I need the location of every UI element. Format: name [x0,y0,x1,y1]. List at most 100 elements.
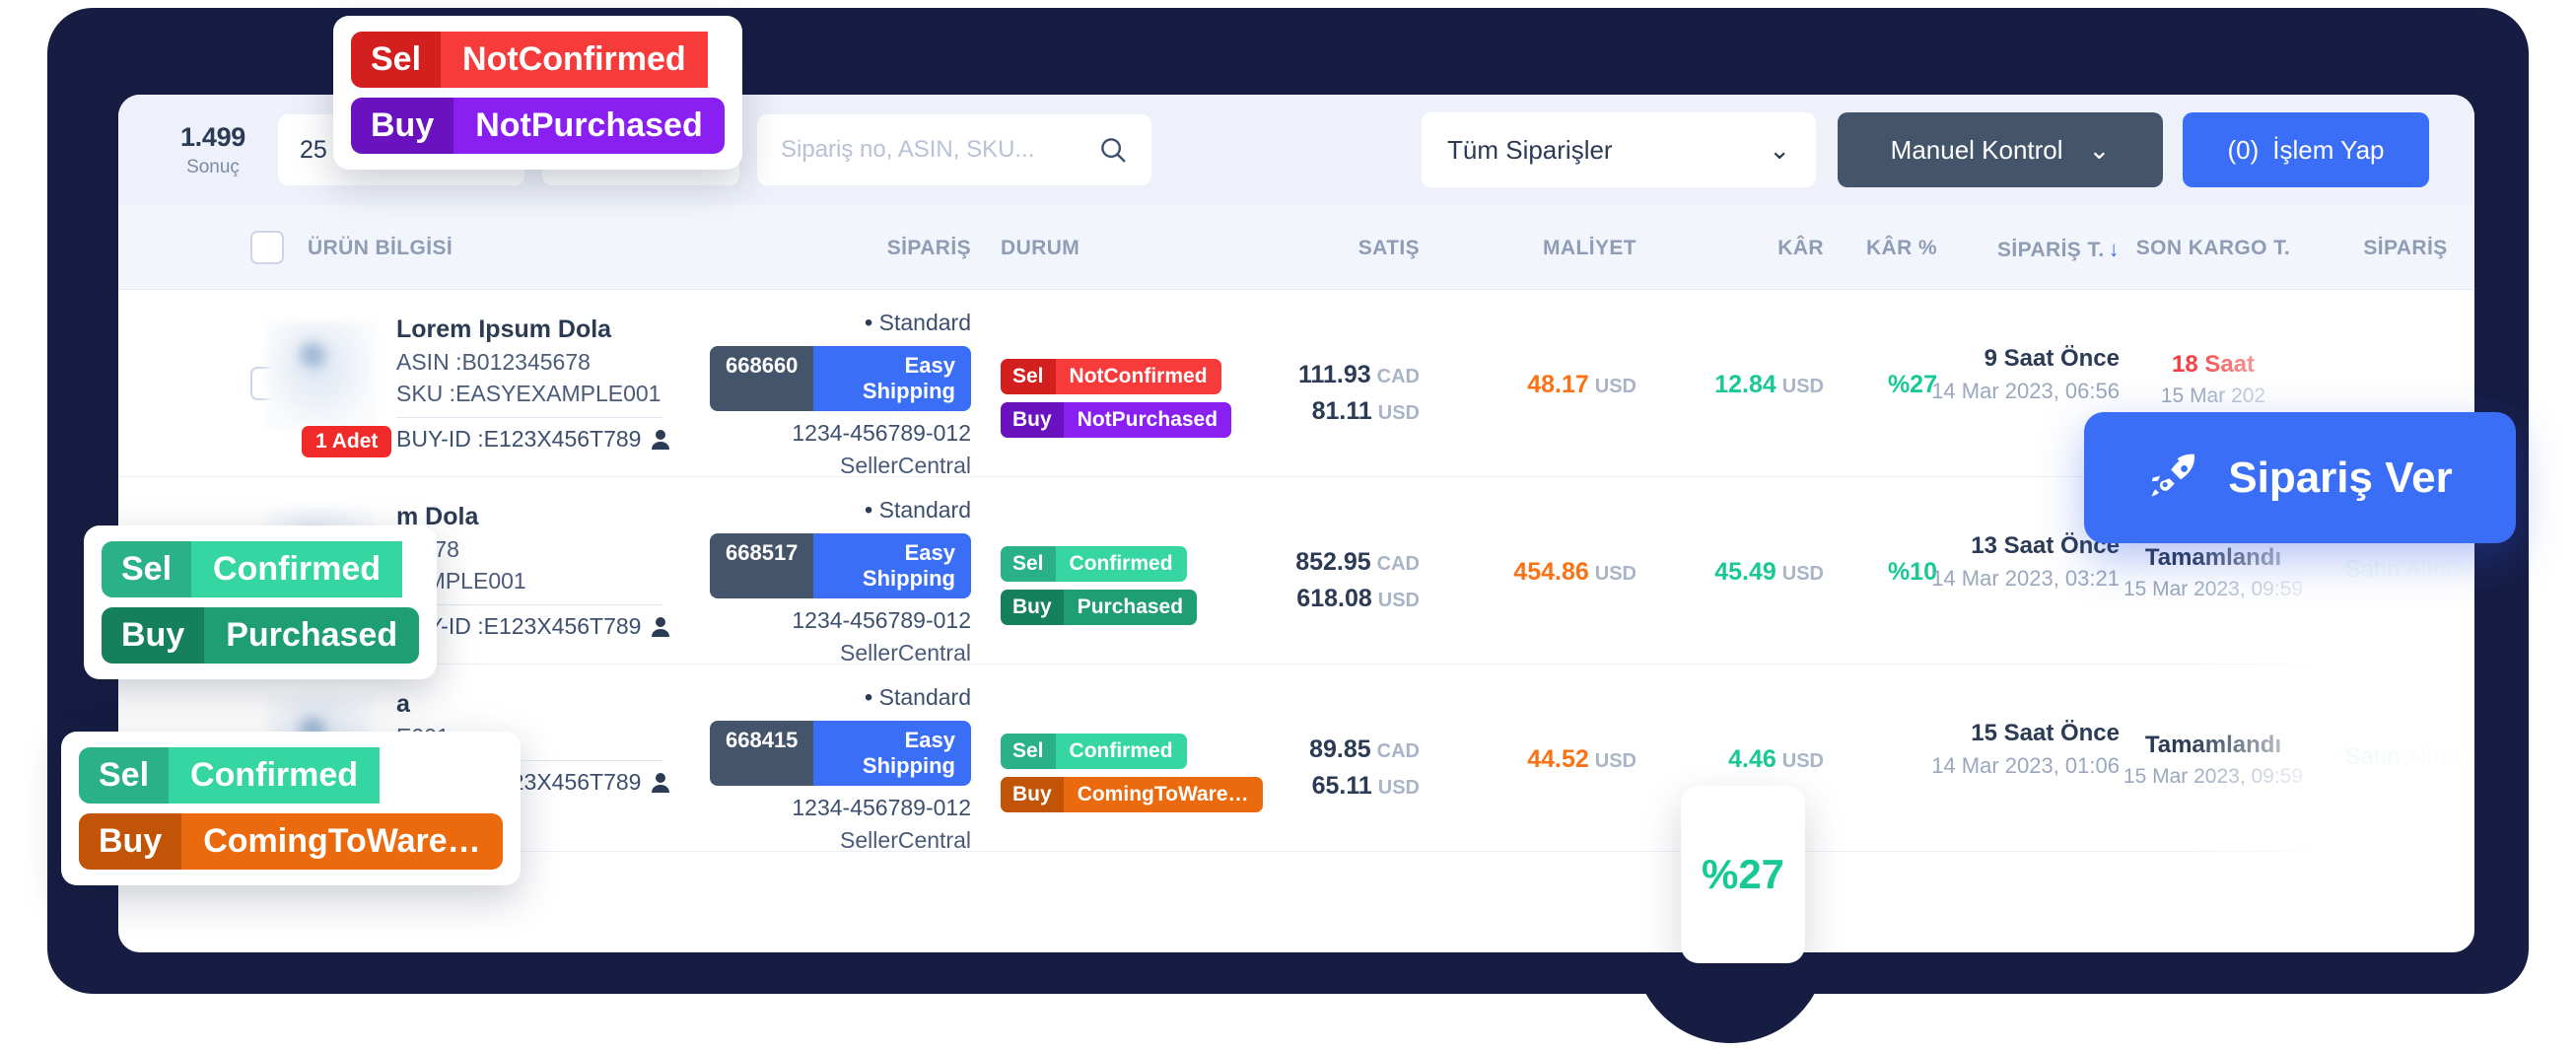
col-header-profit-pct[interactable]: KÂR % [1809,237,1937,260]
product-title: a [396,690,410,718]
col-header-status[interactable]: DURUM [1001,237,1257,260]
profit-unit: USD [1781,750,1824,772]
status-cell: Sel Confirmed Buy Purchased [1001,546,1257,633]
sales-cell: 852.95 CAD 618.08 USD [1222,548,1420,613]
callout-profit-pct: %27 [1681,786,1805,963]
sales-primary: 89.85 CAD [1222,735,1420,764]
cost-value: 48.17 [1527,371,1589,398]
last-cargo-absolute: 15 Mar 2023, 09:59 [2123,578,2304,600]
divider [396,417,662,418]
col-header-cost[interactable]: MALİYET [1449,237,1636,260]
place-order-button[interactable]: Sipariş Ver [2084,412,2516,543]
action-button[interactable]: (0) İşlem Yap [2183,112,2429,187]
manual-control-dropdown[interactable]: Manuel Kontrol ⌄ [1838,112,2163,187]
order-status-label: Satın Alındı [2344,743,2467,770]
profit-cell: 12.84 USD [1636,371,1824,399]
order-time-absolute: 14 Mar 2023, 01:06 [1931,753,2120,778]
product-title: m Dola [396,503,479,530]
callout-badge-buy: Buy Purchased [102,607,420,664]
callout-confirmed-purchased: Sel Confirmed Buy Purchased [84,525,438,679]
profit-cell: 45.49 USD [1636,558,1824,587]
status-buy-key: Buy [1001,590,1064,625]
status-sel-value: NotConfirmed [1055,359,1221,394]
status-buy-key: Buy [1001,777,1064,812]
col-header-order[interactable]: SİPARİŞ [710,237,971,260]
order-status-cell: Satın Alındı [2327,743,2474,771]
order-source: SellerCentral [840,827,971,853]
order-source: SellerCentral [840,453,971,478]
shipping-number: 668415 [710,721,814,786]
product-asin: 45678 [396,536,670,563]
order-time-cell: 13 Saat Önce 14 Mar 2023, 03:21 [1922,532,2120,593]
callout-sel-key: Sel [351,32,442,88]
chevron-down-icon: ⌄ [1769,134,1790,165]
sales-primary: 111.93 CAD [1222,361,1420,389]
order-time-absolute: 14 Mar 2023, 03:21 [1931,566,2120,591]
cost-value: 454.86 [1513,558,1589,586]
profit-cell: 4.46 USD [1636,745,1824,774]
order-number: 1234-456789-012 [792,607,971,633]
order-status-cell: Satın Alındı [2327,556,2474,584]
order-time-cell: 9 Saat Önce 14 Mar 2023, 06:56 [1922,345,2120,405]
order-cell: • Standard 668415 Easy Shipping 1234-456… [710,684,971,854]
search-input[interactable] [781,136,1096,164]
col-header-product[interactable]: ÜRÜN BİLGİSİ [308,237,453,260]
product-sku: XAMPLE001 [396,568,526,594]
product-buy-id: BUY-ID :E123X456T789 [396,426,642,452]
order-time-absolute: 14 Mar 2023, 06:56 [1931,379,2120,403]
callout-badge-sel: Sel NotConfirmed [351,32,725,88]
col-header-sales[interactable]: SATIŞ [1222,237,1420,260]
order-cell: • Standard 668517 Easy Shipping 1234-456… [710,497,971,666]
product-title: Lorem Ipsum Dola [396,315,612,343]
order-number: 1234-456789-012 [792,420,971,446]
person-icon [652,429,670,450]
product-info: m Dola 45678 XAMPLE001 BUY-ID :E123X456T… [396,497,670,645]
col-header-profit[interactable]: KÂR [1636,237,1824,260]
status-sel-value: Confirmed [1055,734,1187,769]
product-thumbnail [266,321,375,430]
status-sel-key: Sel [1001,359,1056,394]
sales-secondary-unit: USD [1377,402,1420,424]
result-count-label: Sonuç [186,156,240,177]
cost-cell: 44.52 USD [1449,745,1636,774]
status-badge-sel: Sel Confirmed [1001,546,1187,582]
status-sel-key: Sel [1001,546,1056,582]
last-cargo-cell: Tamamlandı 15 Mar 2023, 09:59 [2100,544,2327,601]
sales-primary-unit: CAD [1376,740,1420,762]
sales-primary-unit: CAD [1376,366,1420,387]
status-buy-key: Buy [1001,402,1064,438]
col-header-order-2[interactable]: SİPARİŞ [2327,237,2474,260]
product-info: Lorem Ipsum Dola ASIN :B012345678 SKU :E… [396,310,670,457]
shipping-type: • Standard [864,684,971,711]
order-cell: • Standard 668660 Easy Shipping 1234-456… [710,310,971,479]
profit-value: 4.46 [1728,745,1776,773]
manual-control-label: Manuel Kontrol [1890,134,2063,165]
cost-unit: USD [1594,376,1636,397]
sales-primary: 852.95 CAD [1222,548,1420,577]
search-icon[interactable] [1098,135,1128,165]
order-filter-label: Tüm Siparişler [1447,134,1613,165]
status-badge-buy: Buy NotPurchased [1001,402,1232,438]
callout-profit-pct-value: %27 [1701,851,1785,897]
col-header-last-cargo[interactable]: SON KARGO T. [2100,237,2327,260]
search-box[interactable] [757,114,1151,185]
callout-badge-sel: Sel Confirmed [79,747,503,804]
order-filter-select[interactable]: Tüm Siparişler ⌄ [1422,112,1816,187]
shipping-name: Easy Shipping [813,533,971,598]
callout-sel-key: Sel [102,541,192,597]
order-status-label: Satın Alındı [2344,556,2467,583]
sales-primary-value: 111.93 [1297,361,1371,388]
action-label: İşlem Yap [2272,134,2385,165]
profit-pct-cell: %27 [1809,371,1937,399]
shipping-name: Easy Shipping [813,721,971,786]
sales-secondary-value: 81.11 [1311,397,1372,425]
status-buy-value: NotPurchased [1063,402,1232,438]
place-order-label: Sipariş Ver [2228,453,2453,502]
status-badge-sel: Sel Confirmed [1001,734,1187,769]
callout-not-confirmed: Sel NotConfirmed Buy NotPurchased [333,16,742,170]
product-asin: ASIN :B012345678 [396,349,591,375]
select-all-checkbox[interactable] [250,231,284,264]
sales-primary-value: 89.85 [1309,735,1371,763]
profit-value: 45.49 [1714,558,1776,586]
col-header-order-time[interactable]: SİPARİŞ T. ↓ [1922,237,2120,262]
